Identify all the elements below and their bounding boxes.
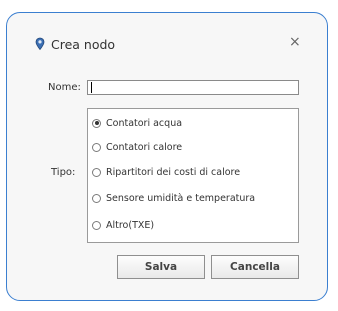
radio-option-contatori-acqua[interactable]: Contatori acqua	[92, 116, 182, 130]
radio-option-sensore[interactable]: Sensore umidità e temperatura	[92, 191, 255, 205]
text-caret	[91, 82, 92, 93]
radio-unselected-icon	[92, 220, 101, 230]
close-icon[interactable]: ×	[289, 35, 301, 49]
radio-option-ripartitori[interactable]: Ripartitori dei costi di calore	[92, 165, 240, 179]
radio-option-label: Ripartitori dei costi di calore	[106, 166, 241, 178]
type-radio-group: Contatori acqua Contatori calore Riparti…	[87, 108, 299, 243]
radio-option-label: Sensore umidità e temperatura	[106, 192, 256, 204]
type-label: Tipo:	[51, 167, 76, 178]
radio-selected-icon	[92, 118, 101, 128]
radio-option-label: Altro(TXE)	[106, 219, 155, 231]
name-input[interactable]	[87, 80, 299, 95]
radio-unselected-icon	[92, 142, 101, 152]
cancel-button[interactable]: Cancella	[211, 255, 299, 279]
radio-option-label: Contatori calore	[106, 141, 183, 153]
radio-unselected-icon	[92, 193, 101, 203]
name-label: Nome:	[48, 82, 81, 93]
dialog-title: Crea nodo	[51, 37, 116, 52]
radio-option-contatori-calore[interactable]: Contatori calore	[92, 140, 182, 154]
radio-option-label: Contatori acqua	[106, 117, 183, 129]
app-pin-icon	[35, 37, 45, 51]
radio-option-altro[interactable]: Altro(TXE)	[92, 218, 154, 232]
save-button[interactable]: Salva	[117, 255, 205, 279]
radio-unselected-icon	[92, 167, 101, 177]
